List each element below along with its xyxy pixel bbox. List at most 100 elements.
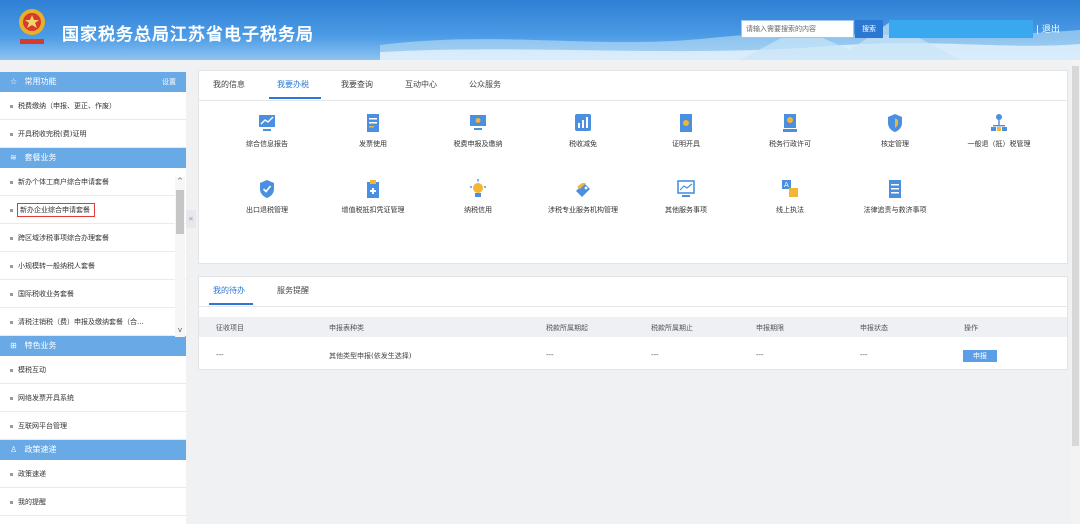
service-comprehensive-report[interactable]: 综合信息报告 — [212, 113, 322, 149]
tab-tax-handling[interactable]: 我要办税 — [277, 79, 309, 90]
table-cell: 其他类型申报(依发生选择) — [329, 352, 412, 360]
bullet-icon — [10, 208, 13, 212]
bullet-icon — [10, 236, 13, 240]
chevron-up-icon[interactable]: ^ — [175, 177, 185, 187]
person-icon: ♙ — [10, 445, 18, 454]
bullet-icon — [10, 104, 13, 108]
page-scrollbar[interactable] — [1071, 60, 1080, 524]
sidebar-item[interactable]: 清税注销税（费）申报及缴纳套餐（合... — [0, 308, 186, 336]
service-certificate[interactable]: 证明开具 — [631, 113, 741, 149]
logout-link[interactable]: | 退出 — [1036, 22, 1060, 35]
service-online-enforcement[interactable]: A 线上执法 — [735, 179, 845, 215]
chevron-down-icon[interactable]: v — [175, 326, 185, 336]
monitor-chart-icon — [259, 115, 275, 131]
site-title: 国家税务总局江苏省电子税务局 — [62, 25, 314, 45]
sidebar-item[interactable]: 跨区域涉税事项综合办理套餐 — [0, 224, 186, 252]
shield-check-icon — [260, 180, 274, 198]
section-special-header[interactable]: ⊞ 特色业务 — [0, 336, 186, 356]
column-header: 税款所属期起 — [546, 324, 588, 332]
todo-panel: 我的待办 服务提醒 征收项目 申报表种类 税款所属期起 税款所属期止 申报期限 … — [198, 276, 1068, 370]
service-agency-management[interactable]: 涉税专业服务机构管理 — [528, 179, 638, 215]
services-panel: 我的信息 我要办税 我要查询 互动中心 公众服务 综合信息报告 发票使用 税费申… — [198, 70, 1068, 264]
section-policy-title: 政策速递 — [24, 445, 57, 454]
column-header: 税款所属期止 — [651, 324, 693, 332]
collapse-sidebar-button[interactable]: « — [186, 210, 196, 228]
document-plus-icon — [367, 180, 379, 198]
column-header: 征收项目 — [216, 324, 244, 332]
service-tax-relief[interactable]: 税收减免 — [528, 113, 638, 149]
sidebar-item[interactable]: 政策速递 — [0, 460, 186, 488]
page-header: 国家税务总局江苏省电子税务局 请输入需要搜索的内容 搜索 | 退出 — [0, 0, 1080, 60]
page-scroll-thumb[interactable] — [1072, 66, 1079, 446]
star-icon: ☆ — [10, 77, 18, 86]
sidebar-item[interactable]: 我的提醒 — [0, 488, 186, 516]
section-common-title: 常用功能 — [24, 77, 57, 86]
service-legal-remedy[interactable]: 法律追责与救济事项 — [840, 179, 950, 215]
sidebar-item[interactable]: 模税互动 — [0, 356, 186, 384]
tab-service-reminder[interactable]: 服务提醒 — [277, 285, 309, 296]
table-cell: --- — [651, 351, 659, 359]
column-header: 申报状态 — [860, 324, 888, 332]
svg-text:A: A — [784, 181, 789, 189]
bullet-icon — [10, 320, 13, 324]
column-header: 操作 — [964, 324, 978, 332]
bullet-icon — [10, 264, 13, 268]
table-cell: --- — [860, 351, 868, 359]
tab-query[interactable]: 我要查询 — [341, 79, 373, 90]
main-tabs: 我的信息 我要办税 我要查询 互动中心 公众服务 — [199, 71, 1067, 101]
declare-button[interactable]: 申报 — [963, 350, 997, 362]
sidebar-item[interactable]: 新办个体工商户综合申请套餐 — [0, 168, 186, 196]
sidebar-item[interactable]: 税费缴纳（申报、更正、作废） — [0, 92, 186, 120]
service-assessment[interactable]: 核定管理 — [840, 113, 950, 149]
service-export-refund[interactable]: 出口退税管理 — [212, 179, 322, 215]
tag-icon — [576, 183, 590, 197]
service-credit[interactable]: 纳税信用 — [423, 179, 533, 215]
section-policy-header[interactable]: ♙ 政策速递 — [0, 440, 186, 460]
tab-interaction[interactable]: 互动中心 — [405, 79, 437, 90]
user-info-bar[interactable] — [889, 20, 1033, 38]
search-button[interactable]: 搜索 — [855, 20, 883, 38]
sidebar: ☆ 常用功能 设置 税费缴纳（申报、更正、作废） 开具税收完税(费)证明 ≋ 套… — [0, 72, 186, 524]
sidebar-item[interactable]: 互联网平台管理 — [0, 412, 186, 440]
sidebar-scroll-thumb[interactable] — [176, 190, 184, 234]
sidebar-item[interactable]: 国际税收业务套餐 — [0, 280, 186, 308]
bullet-icon — [10, 292, 13, 296]
tab-public-service[interactable]: 公众服务 — [469, 79, 501, 90]
table-cell: --- — [756, 351, 764, 359]
section-package-title: 套餐业务 — [24, 153, 57, 162]
table-cell: --- — [546, 351, 554, 359]
section-special-title: 特色业务 — [24, 341, 57, 350]
section-package-header[interactable]: ≋ 套餐业务 — [0, 148, 186, 168]
tax-emblem-icon — [19, 9, 45, 44]
bullet-icon — [10, 132, 13, 136]
search-input[interactable]: 请输入需要搜索的内容 — [741, 20, 854, 38]
lightbulb-icon — [470, 179, 486, 197]
column-header: 申报期限 — [756, 324, 784, 332]
service-admin-license[interactable]: 税务行政许可 — [735, 113, 845, 149]
sidebar-item[interactable]: 开具税收完税(费)证明 — [0, 120, 186, 148]
service-refund[interactable]: 一般退（抵）税管理 — [944, 113, 1054, 149]
service-declaration-payment[interactable]: 税费申报及缴纳 — [423, 113, 533, 149]
legal-doc-icon — [889, 180, 901, 198]
bullet-icon — [10, 472, 13, 476]
bullet-icon — [10, 180, 13, 184]
service-other-matters[interactable]: 其他服务事项 — [631, 179, 741, 215]
settings-link[interactable]: 设置 — [162, 72, 176, 92]
service-vat-deduction[interactable]: 增值税抵扣凭证管理 — [318, 179, 428, 215]
network-icon — [991, 114, 1007, 131]
shield-icon — [888, 114, 902, 132]
sidebar-item[interactable]: 小规模转一般纳税人套餐 — [0, 252, 186, 280]
active-tab-indicator — [269, 97, 321, 99]
sidebar-item[interactable]: 网络发票开具系统 — [0, 384, 186, 412]
bullet-icon — [10, 424, 13, 428]
translate-icon: A — [782, 180, 798, 197]
layers-icon: ≋ — [10, 153, 17, 162]
invoice-doc-icon — [367, 114, 379, 132]
bullet-icon — [10, 396, 13, 400]
tab-my-todo[interactable]: 我的待办 — [213, 285, 245, 296]
todo-table-header: 征收项目 申报表种类 税款所属期起 税款所属期止 申报期限 申报状态 操作 — [199, 317, 1067, 337]
service-invoice-use[interactable]: 发票使用 — [318, 113, 428, 149]
section-common-header[interactable]: ☆ 常用功能 设置 — [0, 72, 186, 92]
tab-my-info[interactable]: 我的信息 — [213, 79, 245, 90]
sidebar-item-selected[interactable]: 新办企业综合申请套餐 — [0, 196, 186, 224]
